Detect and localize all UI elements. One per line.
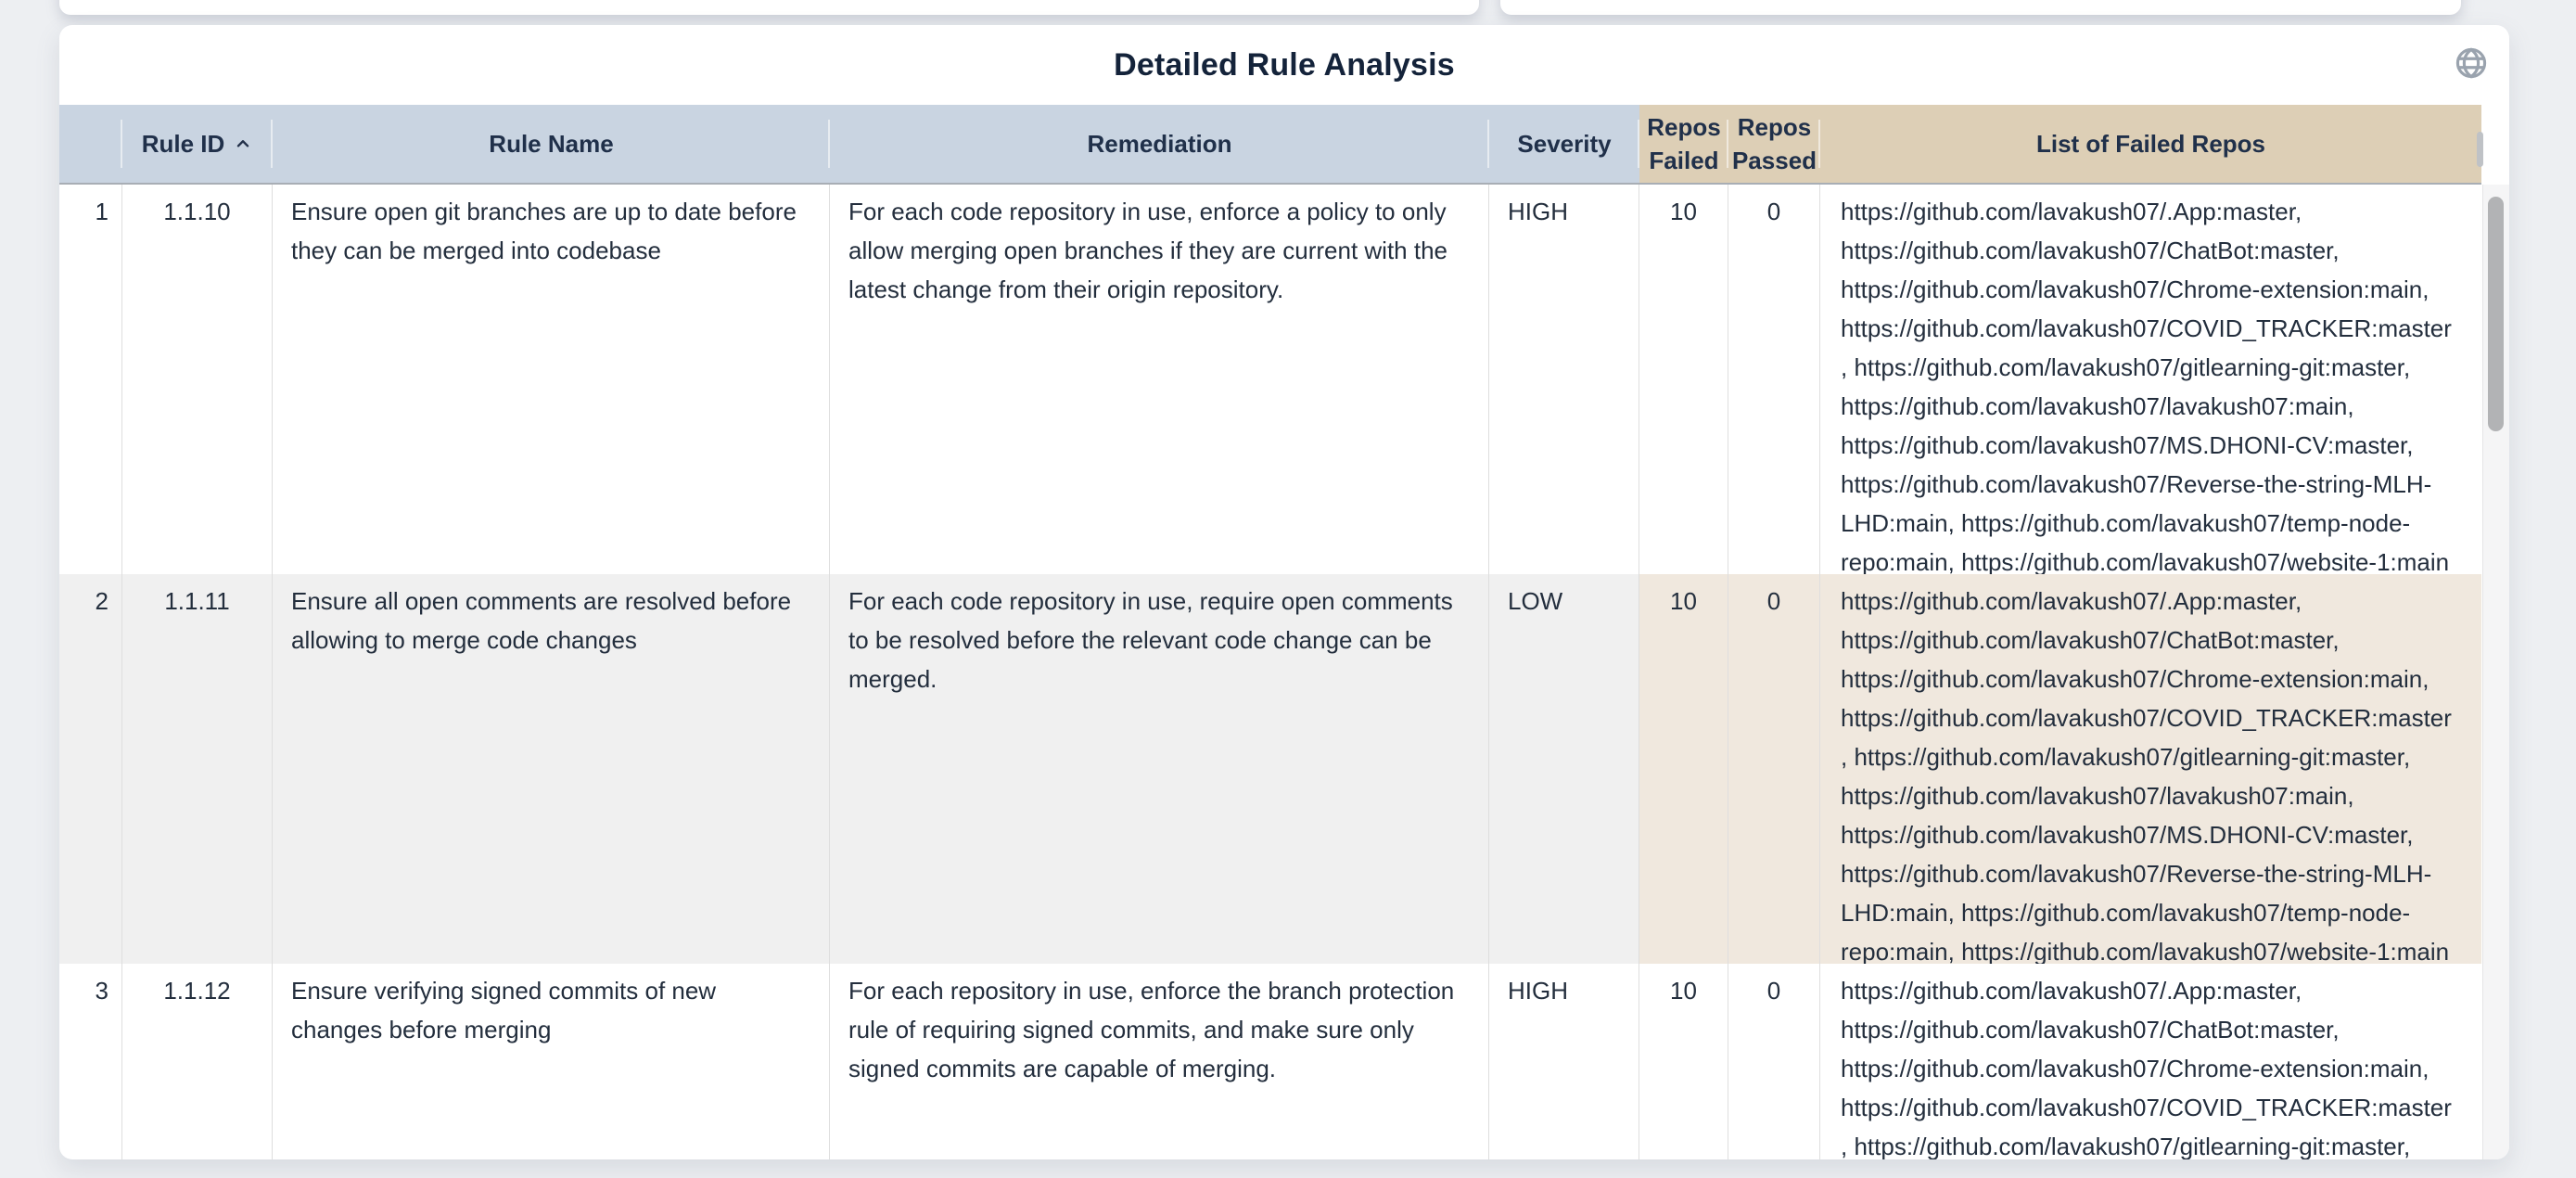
- table-row: 3 1.1.12 Ensure verifying signed commits…: [59, 964, 2481, 1159]
- top-card-right-fragment: [1500, 0, 2461, 15]
- cell-rule-name: Ensure open git branches are up to date …: [273, 185, 830, 574]
- cell-failed-repos-list: https://github.com/lavakush07/.App:maste…: [1820, 964, 2481, 1159]
- cell-severity: LOW: [1489, 574, 1639, 964]
- detailed-rule-analysis-card: Detailed Rule Analysis Rule ID Rule Name…: [59, 25, 2509, 1159]
- cell-remediation: For each code repository in use, enforce…: [830, 185, 1489, 574]
- col-header-repos-passed[interactable]: Repos Passed: [1728, 105, 1820, 183]
- cell-failed-repos-list: https://github.com/lavakush07/.App:maste…: [1820, 185, 2481, 574]
- cell-rule-name: Ensure verifying signed commits of new c…: [273, 964, 830, 1159]
- cell-severity: HIGH: [1489, 185, 1639, 574]
- header-scrollbar-fragment: [2477, 132, 2483, 167]
- col-header-rule-id[interactable]: Rule ID: [122, 105, 273, 183]
- cell-repos-failed: 10: [1639, 964, 1728, 1159]
- col-header-remediation[interactable]: Remediation: [830, 105, 1489, 183]
- cell-severity: HIGH: [1489, 964, 1639, 1159]
- cell-rule-name: Ensure all open comments are resolved be…: [273, 574, 830, 964]
- table-row: 1 1.1.10 Ensure open git branches are up…: [59, 185, 2481, 574]
- col-header-severity[interactable]: Severity: [1489, 105, 1639, 183]
- table-row: 2 1.1.11 Ensure all open comments are re…: [59, 574, 2481, 964]
- top-card-left-fragment: [59, 0, 1479, 15]
- cell-row-number: 3: [59, 964, 122, 1159]
- scrollbar-thumb[interactable]: [2488, 197, 2504, 431]
- cell-repos-passed: 0: [1728, 964, 1820, 1159]
- cell-row-number: 1: [59, 185, 122, 574]
- col-header-rule-name[interactable]: Rule Name: [273, 105, 830, 183]
- cell-failed-repos-list: https://github.com/lavakush07/.App:maste…: [1820, 574, 2481, 964]
- sort-ascending-icon: [233, 134, 253, 154]
- cell-repos-passed: 0: [1728, 574, 1820, 964]
- col-header-row-number: [59, 105, 122, 183]
- cell-remediation: For each repository in use, enforce the …: [830, 964, 1489, 1159]
- cell-rule-id: 1.1.11: [122, 574, 273, 964]
- card-header: Detailed Rule Analysis: [59, 25, 2509, 105]
- page-title: Detailed Rule Analysis: [1114, 47, 1455, 83]
- vertical-scrollbar[interactable]: [2482, 185, 2509, 1159]
- cell-rule-id: 1.1.10: [122, 185, 273, 574]
- rule-analysis-table: Rule ID Rule Name Remediation Severity R…: [59, 105, 2481, 1159]
- cell-repos-passed: 0: [1728, 185, 1820, 574]
- cell-repos-failed: 10: [1639, 574, 1728, 964]
- col-header-rule-id-label: Rule ID: [142, 127, 225, 160]
- col-header-failed-repos-list[interactable]: List of Failed Repos: [1820, 105, 2481, 183]
- cell-repos-failed: 10: [1639, 185, 1728, 574]
- table-header-row: Rule ID Rule Name Remediation Severity R…: [59, 105, 2481, 185]
- globe-icon[interactable]: [2454, 45, 2489, 81]
- col-header-repos-failed[interactable]: Repos Failed: [1639, 105, 1728, 183]
- cell-remediation: For each code repository in use, require…: [830, 574, 1489, 964]
- cell-rule-id: 1.1.12: [122, 964, 273, 1159]
- cell-row-number: 2: [59, 574, 122, 964]
